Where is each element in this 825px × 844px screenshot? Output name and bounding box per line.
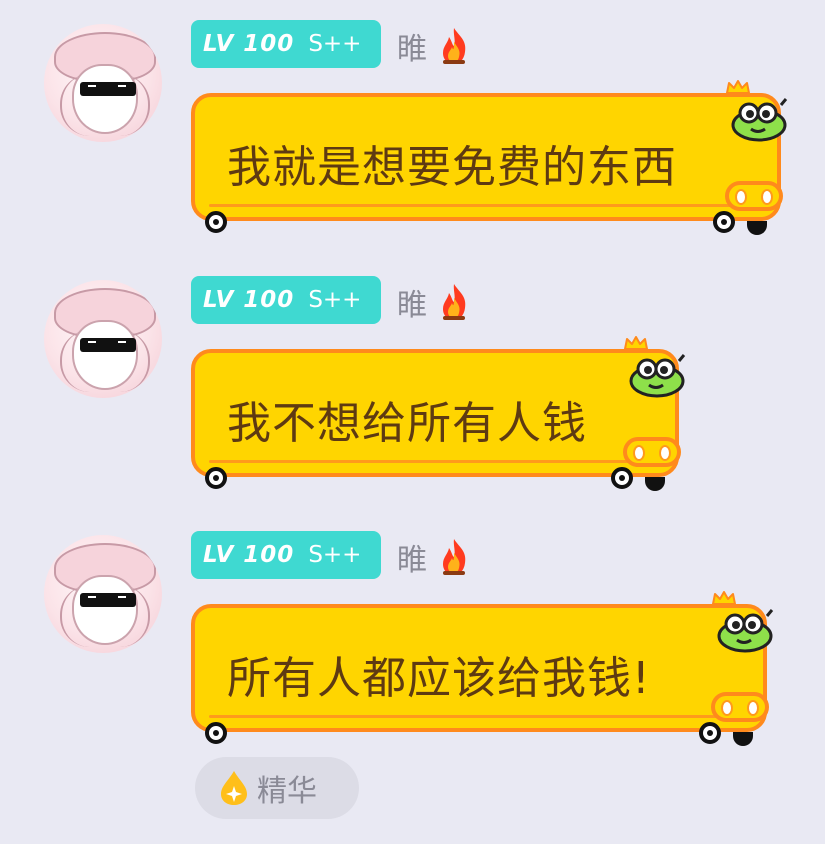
avatar[interactable] bbox=[44, 24, 162, 142]
level-label: LV 100 bbox=[203, 287, 295, 313]
car-headlight bbox=[623, 437, 681, 467]
frog-icon bbox=[729, 95, 789, 143]
fire-icon bbox=[437, 282, 471, 322]
wheel-icon bbox=[205, 467, 227, 489]
level-badge[interactable]: LV 100 S++ bbox=[191, 531, 381, 579]
avatar[interactable] bbox=[44, 280, 162, 398]
crown-icon bbox=[725, 79, 751, 95]
wheel-icon bbox=[205, 211, 227, 233]
chat-message: LV 100 S++ 睢 所有人都应该给我钱! bbox=[0, 511, 825, 751]
crown-icon bbox=[623, 335, 649, 351]
essence-label: 精华 bbox=[257, 774, 317, 809]
level-label: LV 100 bbox=[203, 31, 295, 57]
message-bubble[interactable]: 我就是想要免费的东西 bbox=[191, 80, 788, 235]
frog-icon bbox=[627, 351, 687, 399]
car-headlight bbox=[711, 692, 769, 722]
message-bubble[interactable]: 所有人都应该给我钱! bbox=[191, 591, 774, 746]
sunglasses-icon bbox=[80, 593, 136, 607]
level-label: LV 100 bbox=[203, 542, 295, 568]
level-badge[interactable]: LV 100 S++ bbox=[191, 20, 381, 68]
wheel-icon bbox=[699, 722, 721, 744]
wheel-icon bbox=[205, 722, 227, 744]
username[interactable]: 睢 bbox=[397, 24, 471, 68]
essence-drop-icon bbox=[219, 770, 249, 806]
grade-label: S++ bbox=[308, 542, 362, 568]
fire-icon bbox=[437, 26, 471, 66]
sunglasses-icon bbox=[80, 82, 136, 96]
sunglasses-icon bbox=[80, 338, 136, 352]
message-bubble[interactable]: 我不想给所有人钱 bbox=[191, 336, 686, 491]
grade-label: S++ bbox=[308, 31, 362, 57]
crown-icon bbox=[711, 590, 737, 606]
username[interactable]: 睢 bbox=[397, 280, 471, 324]
username[interactable]: 睢 bbox=[397, 535, 471, 579]
message-text: 我就是想要免费的东西 bbox=[227, 142, 677, 193]
message-text: 所有人都应该给我钱! bbox=[227, 653, 651, 704]
level-badge[interactable]: LV 100 S++ bbox=[191, 276, 381, 324]
fire-icon bbox=[437, 537, 471, 577]
chat-message: LV 100 S++ 睢 我不想给所有人钱 bbox=[0, 256, 825, 496]
message-text: 我不想给所有人钱 bbox=[227, 398, 587, 449]
essence-tag[interactable]: 精华 bbox=[195, 757, 359, 819]
wheel-icon bbox=[611, 467, 633, 489]
frog-icon bbox=[715, 606, 775, 654]
wheel-icon bbox=[713, 211, 735, 233]
username-label: 睢 bbox=[397, 32, 427, 67]
car-headlight bbox=[725, 181, 783, 211]
grade-label: S++ bbox=[308, 287, 362, 313]
username-label: 睢 bbox=[397, 288, 427, 323]
username-label: 睢 bbox=[397, 543, 427, 578]
avatar[interactable] bbox=[44, 535, 162, 653]
chat-message: LV 100 S++ 睢 我就是想要免费的东西 bbox=[0, 0, 825, 240]
